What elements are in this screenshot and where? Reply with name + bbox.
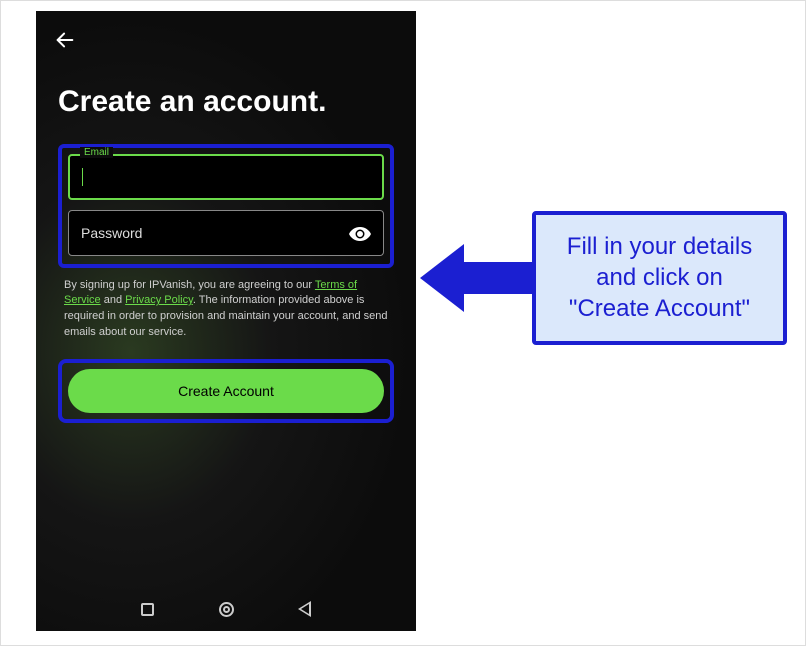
password-field[interactable] xyxy=(68,210,384,256)
legal-text: By signing up for IPVanish, you are agre… xyxy=(58,276,394,360)
password-field-wrap xyxy=(68,210,384,256)
legal-prefix: By signing up for IPVanish, you are agre… xyxy=(64,279,315,291)
back-arrow-icon[interactable] xyxy=(36,29,76,57)
email-field-wrap: Email xyxy=(68,154,384,200)
create-account-button[interactable]: Create Account xyxy=(68,369,384,413)
arrow-stem xyxy=(464,262,532,294)
arrow-left-icon xyxy=(420,244,464,312)
annotation-callout: Fill in your details and click on "Creat… xyxy=(421,211,787,345)
phone-screen: Create an account. Email By signing up f… xyxy=(36,11,416,631)
privacy-policy-link[interactable]: Privacy Policy xyxy=(125,294,193,306)
android-navbar xyxy=(36,593,416,625)
nav-home-icon[interactable] xyxy=(219,602,234,617)
nav-back-icon[interactable] xyxy=(298,601,311,617)
page-title: Create an account. xyxy=(58,85,394,120)
legal-and: and xyxy=(101,294,125,306)
callout-text: Fill in your details and click on "Creat… xyxy=(532,211,787,345)
eye-icon[interactable] xyxy=(348,222,372,246)
nav-recent-icon[interactable] xyxy=(141,603,154,616)
email-field[interactable] xyxy=(68,154,384,200)
form-highlight: Email xyxy=(58,144,394,268)
text-caret xyxy=(82,168,83,186)
button-highlight: Create Account xyxy=(58,359,394,423)
email-label: Email xyxy=(80,147,113,158)
